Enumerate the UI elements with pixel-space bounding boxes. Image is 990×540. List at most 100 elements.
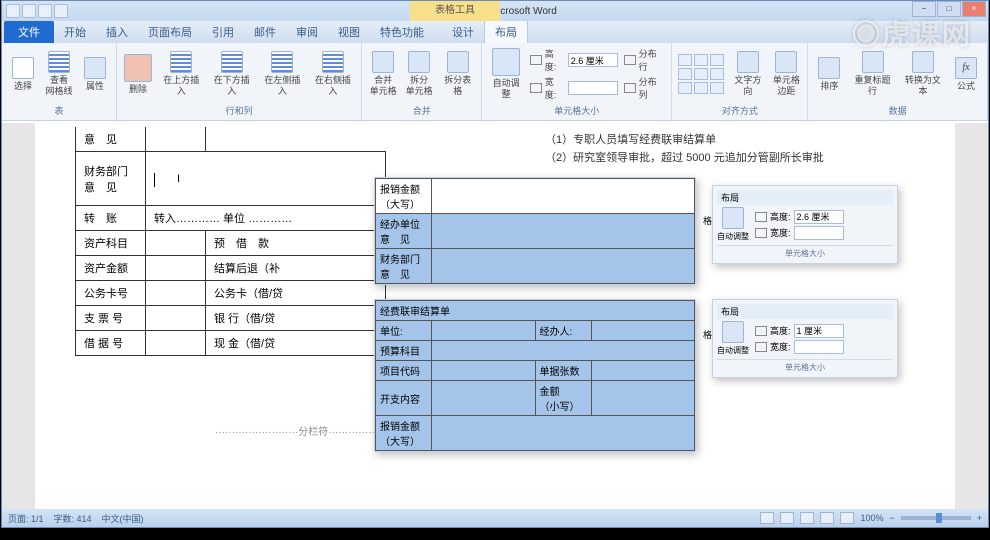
align-mc-icon[interactable] (694, 68, 708, 80)
print-layout-view-icon[interactable] (760, 512, 774, 524)
mini-width-input[interactable] (794, 226, 844, 240)
outline-view-icon[interactable] (820, 512, 834, 524)
tab-references[interactable]: 引用 (202, 21, 244, 43)
cell[interactable] (146, 281, 206, 306)
delete-button[interactable]: 删除 (123, 54, 153, 95)
align-mr-icon[interactable] (710, 68, 724, 80)
align-tc-icon[interactable] (694, 54, 708, 66)
cell[interactable]: 财务部门 意 见 (76, 152, 146, 206)
cell[interactable]: 意 见 (76, 127, 146, 152)
group-label: 合并 (368, 103, 475, 118)
tab-view[interactable]: 视图 (328, 21, 370, 43)
cell[interactable]: 借 据 号 (76, 331, 146, 356)
repeat-header-button[interactable]: 重复标题行 (850, 51, 894, 97)
distribute-cols-button[interactable]: 分布列 (624, 75, 666, 101)
cell[interactable] (146, 331, 206, 356)
cell[interactable]: 支 票 号 (76, 306, 146, 331)
height-input[interactable] (568, 53, 618, 67)
alignment-grid[interactable] (678, 54, 724, 94)
tab-file[interactable]: 文件 (4, 21, 54, 43)
insert-right-button[interactable]: 在右侧插入 (311, 51, 356, 97)
insert-left-button[interactable]: 在左侧插入 (260, 51, 305, 97)
cell-selected (432, 249, 695, 284)
group-alignment: 文字方向 单元格 边距 对齐方式 (672, 43, 808, 120)
tab-pagelayout[interactable]: 页面布局 (138, 21, 202, 43)
save-icon[interactable] (22, 4, 36, 18)
distribute-rows-button[interactable]: 分布行 (624, 47, 666, 73)
split-table-button[interactable]: 拆分表格 (440, 51, 475, 97)
text-direction-button[interactable]: 文字方向 (730, 51, 765, 97)
web-view-icon[interactable] (800, 512, 814, 524)
tab-design[interactable]: 设计 (442, 21, 484, 43)
cell[interactable]: 结算后退（补 (206, 256, 386, 281)
undo-icon[interactable] (38, 4, 52, 18)
language-indicator[interactable]: 中文(中国) (102, 512, 144, 525)
gridlines-button[interactable]: 查看 网格线 (44, 51, 74, 97)
zoom-thumb[interactable] (936, 513, 942, 523)
cell[interactable] (146, 231, 206, 256)
align-bc-icon[interactable] (694, 82, 708, 94)
autofit-button[interactable]: 自动调整 (488, 48, 524, 100)
zoom-slider[interactable] (901, 516, 971, 520)
mini-width-input-2[interactable] (794, 340, 844, 354)
cell[interactable]: 转 账 (76, 206, 146, 231)
cell[interactable]: 预 借 款 (206, 231, 386, 256)
mini-height-input-2[interactable] (794, 324, 844, 338)
insert-below-icon (221, 51, 243, 73)
width-input[interactable] (568, 81, 618, 95)
group-label: 表 (8, 103, 110, 118)
minimize-button[interactable]: − (912, 1, 936, 17)
cell[interactable] (206, 127, 386, 152)
cell[interactable]: 现 金（借/贷 (206, 331, 386, 356)
cell-margins-button[interactable]: 单元格 边距 (771, 51, 801, 97)
cell[interactable]: 公务卡（借/贷 (206, 281, 386, 306)
tab-review[interactable]: 审阅 (286, 21, 328, 43)
page-indicator[interactable]: 页面: 1/1 (8, 512, 44, 525)
tab-insert[interactable]: 插入 (96, 21, 138, 43)
cell[interactable]: 公务卡号 (76, 281, 146, 306)
formula-button[interactable]: fx公式 (951, 57, 981, 92)
insert-below-button[interactable]: 在下方插入 (210, 51, 255, 97)
width-spinner[interactable]: 宽度: (530, 75, 618, 101)
zoom-in-button[interactable]: + (977, 513, 982, 523)
height-spinner[interactable]: 高度: (530, 47, 618, 73)
tab-special[interactable]: 特色功能 (370, 21, 434, 43)
cell[interactable]: 转入………… 单位 ………… (146, 206, 386, 231)
properties-button[interactable]: 属性 (80, 57, 110, 92)
align-br-icon[interactable] (710, 82, 724, 94)
fullscreen-view-icon[interactable] (780, 512, 794, 524)
split-cells-button[interactable]: 拆分 单元格 (404, 51, 434, 97)
main-form-table[interactable]: 意 见 财务部门 意 见 I 转 账转入………… 单位 ………… 资产科目 预 借… (75, 127, 386, 356)
redo-icon[interactable] (54, 4, 68, 18)
cell[interactable]: 银 行（借/贷 (206, 306, 386, 331)
cell[interactable] (146, 256, 206, 281)
align-bl-icon[interactable] (678, 82, 692, 94)
cell[interactable]: 资产科目 (76, 231, 146, 256)
zoom-level[interactable]: 100% (860, 513, 883, 523)
cell[interactable]: 资产金额 (76, 256, 146, 281)
convert-button[interactable]: 转换为文本 (901, 51, 945, 97)
word-count[interactable]: 字数: 414 (54, 512, 92, 525)
draft-view-icon[interactable] (840, 512, 854, 524)
tab-mailings[interactable]: 邮件 (244, 21, 286, 43)
sort-button[interactable]: 排序 (814, 57, 844, 92)
select-button[interactable]: 选择 (8, 57, 38, 92)
merge-cells-button[interactable]: 合并 单元格 (368, 51, 398, 97)
word-icon[interactable] (6, 4, 20, 18)
cell-with-cursor[interactable]: I (146, 152, 386, 206)
align-ml-icon[interactable] (678, 68, 692, 80)
statusbar: 页面: 1/1 字数: 414 中文(中国) 100% − + (2, 509, 988, 527)
repeat-header-icon (862, 51, 884, 73)
maximize-button[interactable]: □ (937, 1, 961, 17)
tab-layout[interactable]: 布局 (484, 20, 528, 43)
align-tr-icon[interactable] (710, 54, 724, 66)
align-tl-icon[interactable] (678, 54, 692, 66)
close-button[interactable]: × (962, 1, 986, 17)
cell[interactable] (146, 306, 206, 331)
tab-home[interactable]: 开始 (54, 21, 96, 43)
cell[interactable] (146, 127, 206, 152)
group-label: 行和列 (123, 103, 355, 118)
insert-above-button[interactable]: 在上方插入 (159, 51, 204, 97)
mini-height-input[interactable] (794, 210, 844, 224)
zoom-out-button[interactable]: − (889, 513, 894, 523)
